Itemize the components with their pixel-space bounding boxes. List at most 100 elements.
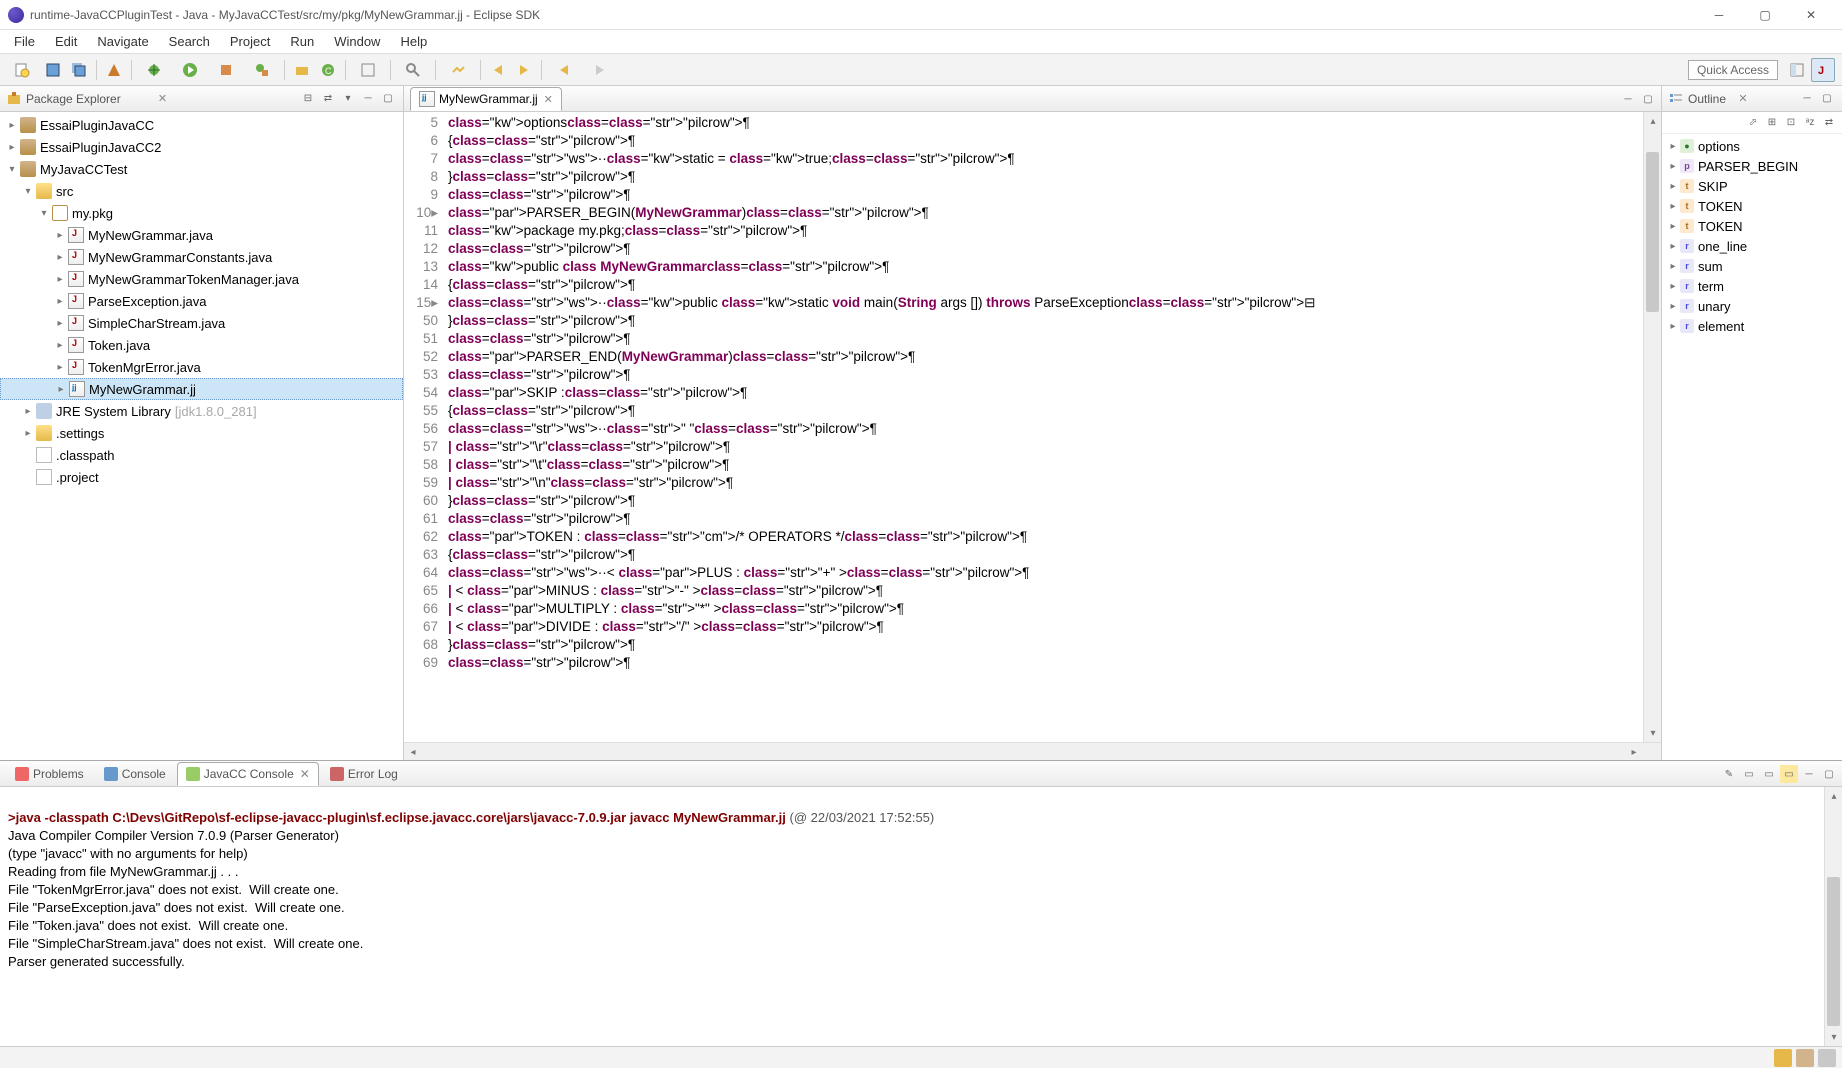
- tree-twist-icon[interactable]: ▸: [52, 296, 68, 307]
- jre-library[interactable]: ▸JRE System Library[jdk1.8.0_281]: [0, 400, 403, 422]
- outline-twist-icon[interactable]: ▸: [1666, 261, 1680, 272]
- tab-problems[interactable]: Problems: [6, 762, 93, 786]
- outline-close-icon[interactable]: ✕: [1738, 92, 1747, 105]
- line-number[interactable]: 14: [404, 276, 438, 294]
- annotation-button[interactable]: [441, 58, 475, 82]
- code-line[interactable]: {class=class="str">"pilcrow">¶: [448, 402, 1643, 420]
- console-body[interactable]: >java -classpath C:\Devs\GitRepo\sf-ecli…: [0, 787, 1842, 1046]
- code-line[interactable]: class=class="str">"ws">··< class="par">P…: [448, 564, 1643, 582]
- open-type-button[interactable]: [351, 58, 385, 82]
- outline-twist-icon[interactable]: ▸: [1666, 181, 1680, 192]
- quick-access-input[interactable]: Quick Access: [1688, 60, 1778, 80]
- scroll-thumb[interactable]: [1646, 152, 1659, 312]
- line-number[interactable]: 63: [404, 546, 438, 564]
- outline-twist-icon[interactable]: ▸: [1666, 161, 1680, 172]
- editor-vertical-scrollbar[interactable]: ▴ ▾: [1643, 112, 1661, 742]
- bottom-maximize-button[interactable]: ▢: [1820, 765, 1838, 783]
- back-button[interactable]: [547, 58, 581, 82]
- src-folder[interactable]: ▾src: [0, 180, 403, 202]
- outline-item-unary[interactable]: ▸unary: [1662, 296, 1842, 316]
- code-line[interactable]: class="kw">package my.pkg;class=class="s…: [448, 222, 1643, 240]
- outline-filter-button[interactable]: ᵃz: [1801, 114, 1819, 132]
- file-Token.java[interactable]: ▸Token.java: [0, 334, 403, 356]
- code-line[interactable]: | < class="par">MINUS : class="str">"-" …: [448, 582, 1643, 600]
- code-line[interactable]: class=class="str">"pilcrow">¶: [448, 654, 1643, 672]
- editor-code[interactable]: class="kw">optionsclass=class="str">"pil…: [444, 112, 1643, 742]
- code-line[interactable]: | class="str">"\t"class=class="str">"pil…: [448, 456, 1643, 474]
- outline-hide-button[interactable]: ⊡: [1782, 114, 1800, 132]
- code-line[interactable]: | class="str">"\n"class=class="str">"pil…: [448, 474, 1643, 492]
- menu-run[interactable]: Run: [280, 31, 324, 52]
- scroll-left-icon[interactable]: ◂: [404, 743, 422, 761]
- settings-folder[interactable]: ▸.settings: [0, 422, 403, 444]
- next-edit-button[interactable]: [512, 58, 536, 82]
- menu-file[interactable]: File: [4, 31, 45, 52]
- line-number[interactable]: 5: [404, 114, 438, 132]
- code-line[interactable]: class=class="str">"ws">··class="kw">publ…: [448, 294, 1643, 312]
- tree-twist-icon[interactable]: ▸: [52, 274, 68, 285]
- code-line[interactable]: }class=class="str">"pilcrow">¶: [448, 636, 1643, 654]
- code-line[interactable]: class="par">SKIP :class=class="str">"pil…: [448, 384, 1643, 402]
- bottom-minimize-button[interactable]: ─: [1800, 765, 1818, 783]
- code-line[interactable]: class="kw">optionsclass=class="str">"pil…: [448, 114, 1643, 132]
- code-line[interactable]: }class=class="str">"pilcrow">¶: [448, 492, 1643, 510]
- menu-window[interactable]: Window: [324, 31, 390, 52]
- editor-tab-close-icon[interactable]: ✕: [544, 93, 553, 106]
- menu-search[interactable]: Search: [159, 31, 220, 52]
- outline-item-element[interactable]: ▸element: [1662, 316, 1842, 336]
- code-line[interactable]: class=class="str">"ws">··class="kw">stat…: [448, 150, 1643, 168]
- tab-javacc-console[interactable]: JavaCC Console✕: [177, 762, 319, 786]
- line-number[interactable]: 54: [404, 384, 438, 402]
- java-perspective-button[interactable]: J: [1811, 58, 1835, 82]
- line-number[interactable]: 50: [404, 312, 438, 330]
- outline-item-PARSER_BEGIN[interactable]: ▸PARSER_BEGIN: [1662, 156, 1842, 176]
- file-TokenMgrError.java[interactable]: ▸TokenMgrError.java: [0, 356, 403, 378]
- menu-edit[interactable]: Edit: [45, 31, 87, 52]
- line-number[interactable]: 60: [404, 492, 438, 510]
- console-scroll-up-icon[interactable]: ▴: [1825, 787, 1842, 805]
- outline-item-options[interactable]: ▸options: [1662, 136, 1842, 156]
- outline-twist-icon[interactable]: ▸: [1666, 141, 1680, 152]
- line-number[interactable]: 67: [404, 618, 438, 636]
- tree-twist-icon[interactable]: ▸: [52, 340, 68, 351]
- tree-twist-icon[interactable]: ▾: [20, 186, 36, 197]
- new-button[interactable]: [5, 58, 39, 82]
- tree-twist-icon[interactable]: ▸: [52, 252, 68, 263]
- project-MyJavaCCTest[interactable]: ▾MyJavaCCTest: [0, 158, 403, 180]
- console-display-button[interactable]: ▭: [1740, 765, 1758, 783]
- code-line[interactable]: {class=class="str">"pilcrow">¶: [448, 132, 1643, 150]
- code-line[interactable]: class="par">PARSER_BEGIN(MyNewGrammar)cl…: [448, 204, 1643, 222]
- outline-minimize-button[interactable]: ─: [1798, 90, 1816, 108]
- outline-item-term[interactable]: ▸term: [1662, 276, 1842, 296]
- tab-error-log[interactable]: Error Log: [321, 762, 407, 786]
- package-my.pkg[interactable]: ▾my.pkg: [0, 202, 403, 224]
- line-number[interactable]: 62: [404, 528, 438, 546]
- line-number[interactable]: 66: [404, 600, 438, 618]
- search-button[interactable]: [396, 58, 430, 82]
- code-line[interactable]: class="par">TOKEN : class=class="str">"c…: [448, 528, 1643, 546]
- line-number[interactable]: 53: [404, 366, 438, 384]
- outline-twist-icon[interactable]: ▸: [1666, 281, 1680, 292]
- line-number[interactable]: 68: [404, 636, 438, 654]
- tree-twist-icon[interactable]: ▾: [4, 164, 20, 175]
- line-number[interactable]: 8: [404, 168, 438, 186]
- new-class-button[interactable]: C: [316, 58, 340, 82]
- minimize-view-button[interactable]: ─: [359, 90, 377, 108]
- line-number[interactable]: 51: [404, 330, 438, 348]
- line-number[interactable]: 56: [404, 420, 438, 438]
- console-scroll-down-icon[interactable]: ▾: [1825, 1028, 1842, 1046]
- tree-twist-icon[interactable]: ▸: [4, 120, 20, 131]
- menu-project[interactable]: Project: [220, 31, 280, 52]
- scroll-right-icon[interactable]: ▸: [1625, 743, 1643, 761]
- line-number[interactable]: 9: [404, 186, 438, 204]
- tray-icon-3[interactable]: [1818, 1049, 1836, 1067]
- editor-minimize-button[interactable]: ─: [1619, 90, 1637, 108]
- scroll-down-icon[interactable]: ▾: [1644, 724, 1661, 742]
- view-menu-button[interactable]: ▾: [339, 90, 357, 108]
- close-button[interactable]: ✕: [1788, 0, 1834, 30]
- menu-help[interactable]: Help: [390, 31, 437, 52]
- line-number[interactable]: 65: [404, 582, 438, 600]
- code-line[interactable]: class="kw">public class MyNewGrammarclas…: [448, 258, 1643, 276]
- outline-twist-icon[interactable]: ▸: [1666, 241, 1680, 252]
- outline-item-TOKEN[interactable]: ▸TOKEN: [1662, 216, 1842, 236]
